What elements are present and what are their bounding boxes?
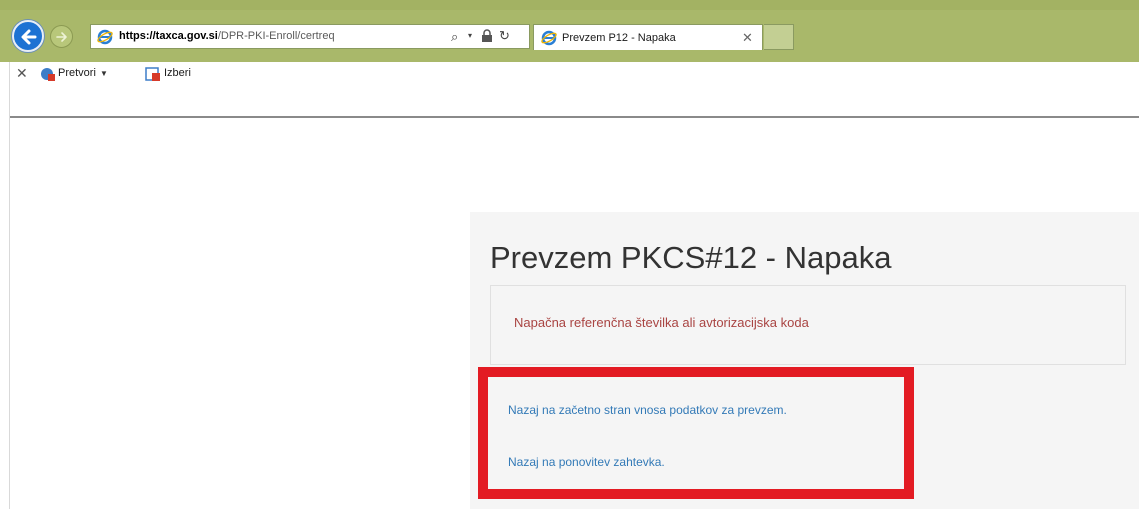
url-text[interactable]: https://taxca.gov.si/DPR-PKI-Enroll/cert… bbox=[119, 30, 335, 42]
lock-icon[interactable] bbox=[481, 29, 493, 43]
toolbar: ✕ Pretvori ▼ Izberi bbox=[0, 62, 1139, 88]
page-title: Prevzem PKCS#12 - Napaka bbox=[490, 240, 892, 275]
select-button[interactable]: Izberi bbox=[164, 67, 191, 79]
forward-arrow-icon bbox=[56, 32, 67, 42]
error-message: Napačna referenčna številka ali avtoriza… bbox=[514, 315, 809, 330]
url-host: https://taxca.gov.si bbox=[119, 30, 218, 42]
new-tab-button[interactable] bbox=[764, 24, 794, 50]
close-icon[interactable]: ✕ bbox=[742, 30, 753, 46]
chrome-divider bbox=[10, 116, 1139, 118]
refresh-icon[interactable]: ↻ bbox=[499, 28, 510, 44]
tab-active[interactable]: Prevzem P12 - Napaka ✕ bbox=[533, 24, 763, 50]
back-button[interactable] bbox=[12, 20, 44, 52]
select-icon[interactable] bbox=[145, 66, 161, 82]
convert-icon[interactable] bbox=[40, 66, 56, 82]
tab-title: Prevzem P12 - Napaka bbox=[562, 32, 676, 44]
error-alert: Napačna referenčna številka ali avtoriza… bbox=[490, 285, 1126, 365]
convert-button[interactable]: Pretvori bbox=[58, 67, 96, 79]
address-bar[interactable]: https://taxca.gov.si/DPR-PKI-Enroll/cert… bbox=[90, 24, 530, 49]
internet-explorer-icon bbox=[97, 29, 113, 45]
chevron-down-icon[interactable]: ▼ bbox=[100, 69, 108, 78]
window-left-border bbox=[0, 62, 10, 509]
internet-explorer-icon bbox=[541, 30, 557, 46]
title-strip bbox=[0, 0, 1139, 10]
dropdown-icon[interactable]: ▾ bbox=[468, 31, 472, 40]
url-path: /DPR-PKI-Enroll/certreq bbox=[217, 30, 335, 42]
back-arrow-icon bbox=[21, 29, 37, 45]
search-icon[interactable]: ⌕ bbox=[451, 29, 458, 45]
forward-button[interactable] bbox=[50, 25, 73, 48]
highlight-annotation bbox=[478, 367, 914, 499]
close-icon[interactable]: ✕ bbox=[16, 65, 28, 82]
